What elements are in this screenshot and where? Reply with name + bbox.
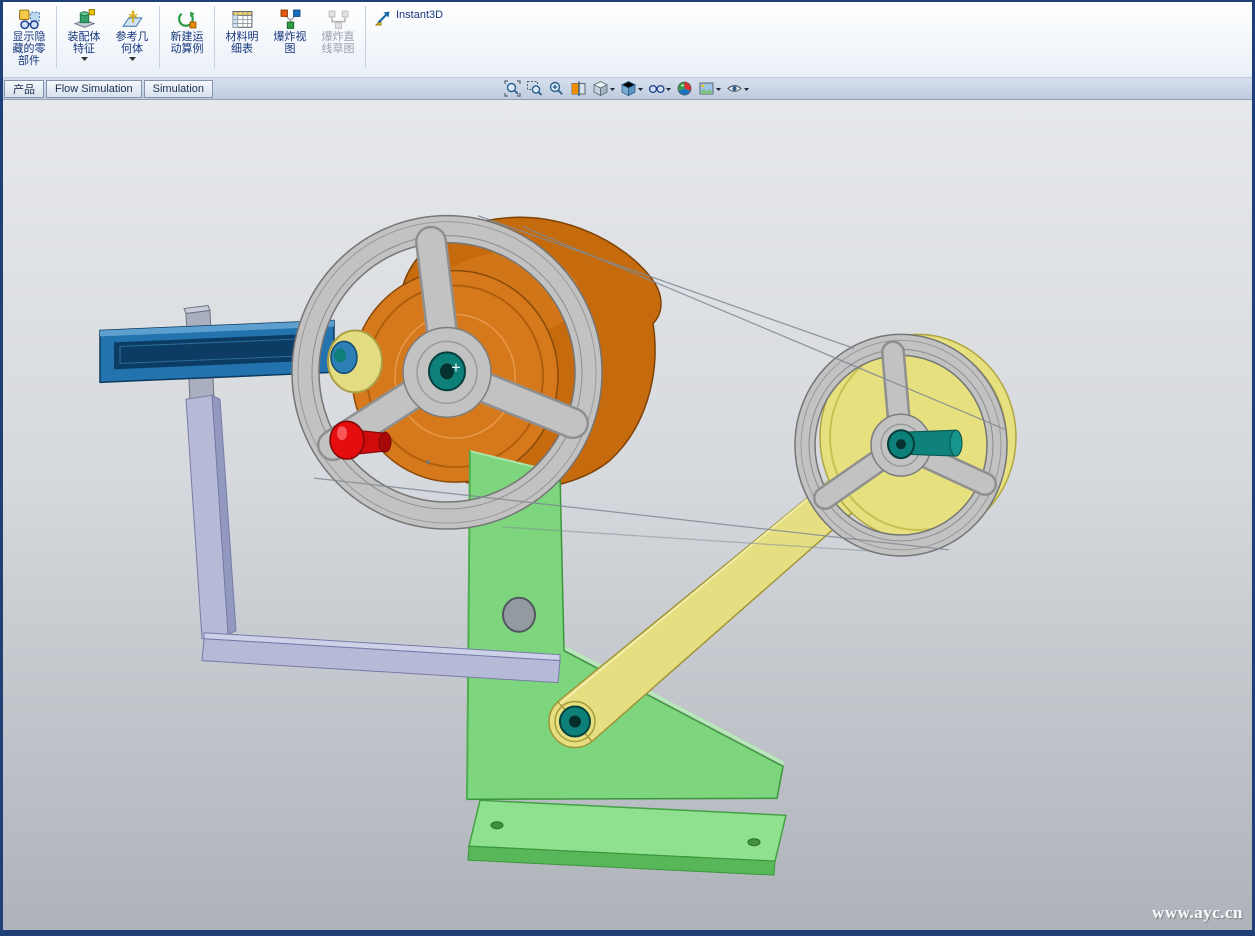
zoom-in-out-icon: [548, 80, 565, 97]
apply-scene-button[interactable]: [697, 80, 722, 97]
assembly-features-icon: [72, 7, 96, 31]
button-label: 装配体特征: [66, 31, 103, 55]
dropdown-caret[interactable]: [744, 87, 749, 91]
zoom-to-area-icon: [526, 80, 543, 97]
dropdown-caret[interactable]: [666, 87, 671, 91]
exploded-view-icon: [278, 7, 302, 31]
dropdown-caret[interactable]: [81, 57, 88, 61]
zoom-to-fit-button[interactable]: [503, 80, 522, 97]
zoom-in-out-button[interactable]: [547, 80, 566, 97]
assembly-model[interactable]: [3, 100, 1252, 930]
dropdown-caret[interactable]: [716, 87, 721, 91]
toolbar-separator: [159, 6, 160, 68]
model-rear-pulley[interactable]: [328, 330, 382, 392]
toolbar-separator: [56, 6, 57, 68]
new-motion-study-button[interactable]: 新建运动算例: [163, 4, 211, 56]
view-settings-icon: [726, 80, 743, 97]
instant3d-icon: [374, 9, 392, 27]
button-label: 新建运动算例: [169, 31, 206, 55]
view-orientation-button[interactable]: [591, 80, 616, 97]
hide-show-items-button[interactable]: [647, 80, 672, 97]
solidworks-window: 显示隐藏的零部件 装配体特征: [0, 0, 1255, 936]
tab-simulation[interactable]: Simulation: [144, 80, 213, 98]
edit-appearance-icon: [676, 80, 693, 97]
assembly-features-button[interactable]: 装配体特征: [60, 4, 108, 62]
display-style-icon: [620, 80, 637, 97]
explode-line-sketch-icon: [326, 7, 350, 31]
view-orientation-icon: [592, 80, 609, 97]
zoom-to-fit-icon: [504, 80, 521, 97]
zoom-to-area-button[interactable]: [525, 80, 544, 97]
reference-geometry-icon: [120, 7, 144, 31]
model-bracket-vertical[interactable]: [186, 395, 236, 638]
heads-up-view-toolbar: [503, 78, 750, 99]
display-style-button[interactable]: [619, 80, 644, 97]
dropdown-caret[interactable]: [638, 87, 643, 91]
tab-product[interactable]: 产品: [4, 80, 44, 98]
section-view-icon: [570, 80, 587, 97]
bill-of-materials-button[interactable]: 材料明细表: [218, 4, 266, 56]
view-settings-button[interactable]: [725, 80, 750, 97]
command-manager: 显示隐藏的零部件 装配体特征: [3, 2, 1252, 78]
instant3d-button[interactable]: Instant3D: [369, 4, 448, 28]
apply-scene-icon: [698, 80, 715, 97]
bill-of-materials-icon: [230, 7, 254, 31]
explode-line-sketch-button[interactable]: 爆炸直线草图: [314, 4, 362, 56]
dropdown-caret[interactable]: [610, 87, 615, 91]
button-label: 爆炸视图: [272, 31, 309, 55]
button-label: 材料明细表: [224, 31, 261, 55]
toolbar-separator: [214, 6, 215, 68]
model-pulley-small[interactable]: [795, 334, 1016, 556]
exploded-view-button[interactable]: 爆炸视图: [266, 4, 314, 56]
edit-appearance-button[interactable]: [675, 80, 694, 97]
reference-geometry-button[interactable]: 参考几何体: [108, 4, 156, 62]
tab-flow-simulation[interactable]: Flow Simulation: [46, 80, 142, 98]
hide-show-items-icon: [648, 80, 665, 97]
watermark: www.ayc.cn: [1152, 903, 1243, 923]
button-label: 参考几何体: [114, 31, 151, 55]
show-hidden-components-button[interactable]: 显示隐藏的零部件: [5, 4, 53, 68]
button-label: Instant3D: [396, 9, 443, 21]
new-motion-study-icon: [175, 7, 199, 31]
button-label: 爆炸直线草图: [320, 31, 357, 55]
section-view-button[interactable]: [569, 80, 588, 97]
dropdown-caret[interactable]: [129, 57, 136, 61]
button-label: 显示隐藏的零部件: [11, 31, 48, 67]
graphics-area[interactable]: www.ayc.cn: [3, 100, 1252, 930]
toolbar-separator: [365, 6, 366, 68]
show-hidden-components-icon: [17, 7, 41, 31]
commandmanager-tab-strip: 产品 Flow Simulation Simulation: [3, 78, 1252, 100]
model-base-plate[interactable]: [468, 800, 786, 875]
